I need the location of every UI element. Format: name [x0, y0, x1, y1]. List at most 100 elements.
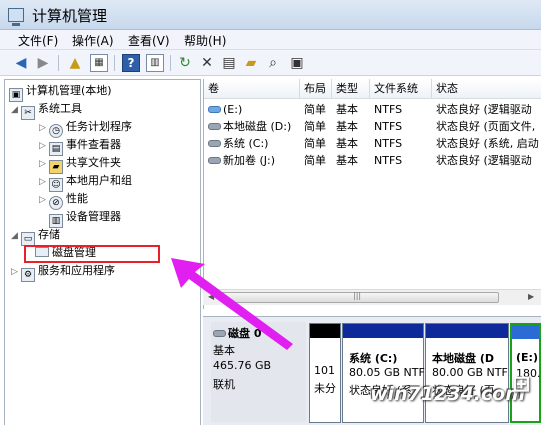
- expanded-arrow-icon[interactable]: ◢: [11, 227, 21, 245]
- partition-size: 80.00 GB NTF: [432, 366, 508, 379]
- volume-name: 本地磁盘 (D:): [223, 120, 292, 133]
- tree-item-performance[interactable]: ▷ ⊘ 性能: [39, 190, 88, 210]
- partition-name: 本地磁盘 (D: [432, 352, 494, 365]
- collapsed-arrow-icon[interactable]: ▷: [39, 173, 49, 191]
- menu-action[interactable]: 操作(A): [72, 32, 114, 49]
- volume-name-cell: (E:): [204, 101, 300, 118]
- volume-status: 状态良好 (逻辑驱动: [436, 154, 532, 167]
- up-folder-icon[interactable]: ▲: [66, 54, 84, 72]
- partition-c[interactable]: 系统 (C:) 80.05 GB NTF 状态良好 (系: [342, 323, 425, 423]
- volume-icon: [208, 157, 221, 164]
- tree-item-services[interactable]: ▷ ⚙ 服务和应用程序: [11, 262, 115, 282]
- watermark-text: win71234.com: [370, 383, 526, 405]
- volume-layout: 简单: [304, 137, 326, 150]
- volume-filesystem: NTFS: [374, 103, 403, 116]
- tree-item-label: 本地用户和组: [66, 174, 132, 187]
- action-pane-icon[interactable]: ▥: [146, 54, 164, 72]
- volume-status: 状态良好 (页面文件,: [436, 120, 536, 133]
- tree-item-storage[interactable]: ◢ ▭ 存储: [11, 226, 60, 246]
- volume-type: 基本: [336, 103, 358, 116]
- toolbar: ◀ ▶ ▲ ▦ ? ▥ ↻ ✕ ▤ ▰ ⌕ ▣: [0, 50, 541, 76]
- volume-name: 系统 (C:): [223, 137, 269, 150]
- grip-icon: |||: [353, 291, 362, 300]
- partition-d[interactable]: 本地磁盘 (D 80.00 GB NTF 状态良好 (页: [425, 323, 509, 423]
- toolbar-separator: [170, 55, 171, 71]
- storage-icon: ▭: [21, 232, 35, 246]
- collapsed-arrow-icon[interactable]: ▷: [39, 155, 49, 173]
- partition-bar: [426, 324, 508, 338]
- volume-name: (E:): [223, 103, 243, 116]
- tree-item-label: 服务和应用程序: [38, 264, 115, 277]
- tree-item-label: 存储: [38, 228, 60, 241]
- volume-filesystem: NTFS: [374, 120, 403, 133]
- volume-list-header: 卷 布局 类型 文件系统 状态: [204, 79, 541, 99]
- volume-type: 基本: [336, 154, 358, 167]
- partition-name: (E:): [516, 351, 538, 364]
- partition-bar: [310, 324, 340, 338]
- tree-item-label: 事件查看器: [66, 138, 121, 151]
- tree-item-label: 系统工具: [38, 102, 82, 115]
- column-header-filesystem[interactable]: 文件系统: [370, 79, 432, 99]
- volume-row[interactable]: (E:) 简单 基本 NTFS 状态良好 (逻辑驱动: [204, 101, 541, 118]
- menu-bar: 文件(F) 操作(A) 查看(V) 帮助(H): [0, 30, 541, 50]
- show-hide-tree-icon[interactable]: ▦: [90, 54, 108, 72]
- menu-view[interactable]: 查看(V): [128, 32, 170, 49]
- volume-name-cell: 本地磁盘 (D:): [204, 118, 300, 135]
- tree-item-system-tools[interactable]: ◢ ✂ 系统工具: [11, 100, 82, 120]
- column-header-type[interactable]: 类型: [332, 79, 370, 99]
- volume-icon: [208, 106, 221, 113]
- services-icon: ⚙: [21, 268, 35, 282]
- refresh-icon[interactable]: ↻: [176, 54, 194, 72]
- tree-item-shared-folders[interactable]: ▷ ▰ 共享文件夹: [39, 154, 121, 174]
- volume-row[interactable]: 新加卷 (J:) 简单 基本 NTFS 状态良好 (逻辑驱动: [204, 152, 541, 169]
- partition-size: 80.05 GB NTF: [349, 366, 425, 379]
- volume-type: 基本: [336, 137, 358, 150]
- forward-icon[interactable]: ▶: [34, 54, 52, 72]
- disk-0-size: 465.76 GB: [213, 359, 272, 372]
- help-icon[interactable]: ?: [122, 54, 140, 72]
- export-list-icon[interactable]: ▣: [288, 54, 306, 72]
- expanded-arrow-icon[interactable]: ◢: [11, 101, 21, 119]
- tree-item-label: 共享文件夹: [66, 156, 121, 169]
- annotation-arrow: [171, 258, 293, 350]
- partition-text: 101: [314, 364, 335, 377]
- tree-item-computer-management[interactable]: ▣ 计算机管理(本地): [9, 82, 112, 102]
- volume-name-cell: 新加卷 (J:): [204, 152, 300, 169]
- search-icon[interactable]: ⌕: [264, 54, 282, 72]
- volume-row[interactable]: 本地磁盘 (D:) 简单 基本 NTFS 状态良好 (页面文件,: [204, 118, 541, 135]
- scroll-right-icon[interactable]: ▶: [528, 292, 534, 301]
- column-header-layout[interactable]: 布局: [300, 79, 332, 99]
- tree-item-label: 任务计划程序: [66, 120, 132, 133]
- disk-0-state: 联机: [213, 378, 235, 391]
- collapsed-arrow-icon[interactable]: ▷: [11, 263, 21, 281]
- tree-item-label: 设备管理器: [66, 210, 121, 223]
- window-title: 计算机管理: [32, 7, 108, 25]
- tree-item-device-manager[interactable]: ▥ 设备管理器: [49, 208, 121, 228]
- tools-icon: ✂: [21, 106, 35, 120]
- menu-file[interactable]: 文件(F): [18, 32, 58, 49]
- delete-icon[interactable]: ✕: [198, 54, 216, 72]
- tree-item-label: 性能: [66, 192, 88, 205]
- back-icon[interactable]: ◀: [12, 54, 30, 72]
- collapsed-arrow-icon[interactable]: ▷: [39, 137, 49, 155]
- collapsed-arrow-icon[interactable]: ▷: [39, 191, 49, 209]
- collapsed-arrow-icon[interactable]: ▷: [39, 119, 49, 137]
- volume-filesystem: NTFS: [374, 137, 403, 150]
- tree-item-local-users[interactable]: ▷ ☺ 本地用户和组: [39, 172, 132, 192]
- column-header-status[interactable]: 状态: [432, 79, 541, 99]
- partition-bar: [343, 324, 423, 338]
- computer-management-icon: [8, 8, 24, 26]
- column-header-volume[interactable]: 卷: [204, 79, 300, 99]
- volume-icon: [208, 123, 221, 130]
- title-bar: 计算机管理: [0, 0, 541, 30]
- volume-row[interactable]: 系统 (C:) 简单 基本 NTFS 状态良好 (系统, 启动: [204, 135, 541, 152]
- partition-bar: [512, 325, 539, 339]
- tree-item-event-viewer[interactable]: ▷ ▤ 事件查看器: [39, 136, 121, 156]
- partition-unallocated[interactable]: 101 未分: [309, 323, 341, 423]
- open-folder-icon[interactable]: ▰: [242, 54, 260, 72]
- volume-name: 新加卷 (J:): [223, 154, 276, 167]
- tree-item-task-scheduler[interactable]: ▷ ◷ 任务计划程序: [39, 118, 132, 138]
- volume-filesystem: NTFS: [374, 154, 403, 167]
- properties-icon[interactable]: ▤: [220, 54, 238, 72]
- menu-help[interactable]: 帮助(H): [184, 32, 226, 49]
